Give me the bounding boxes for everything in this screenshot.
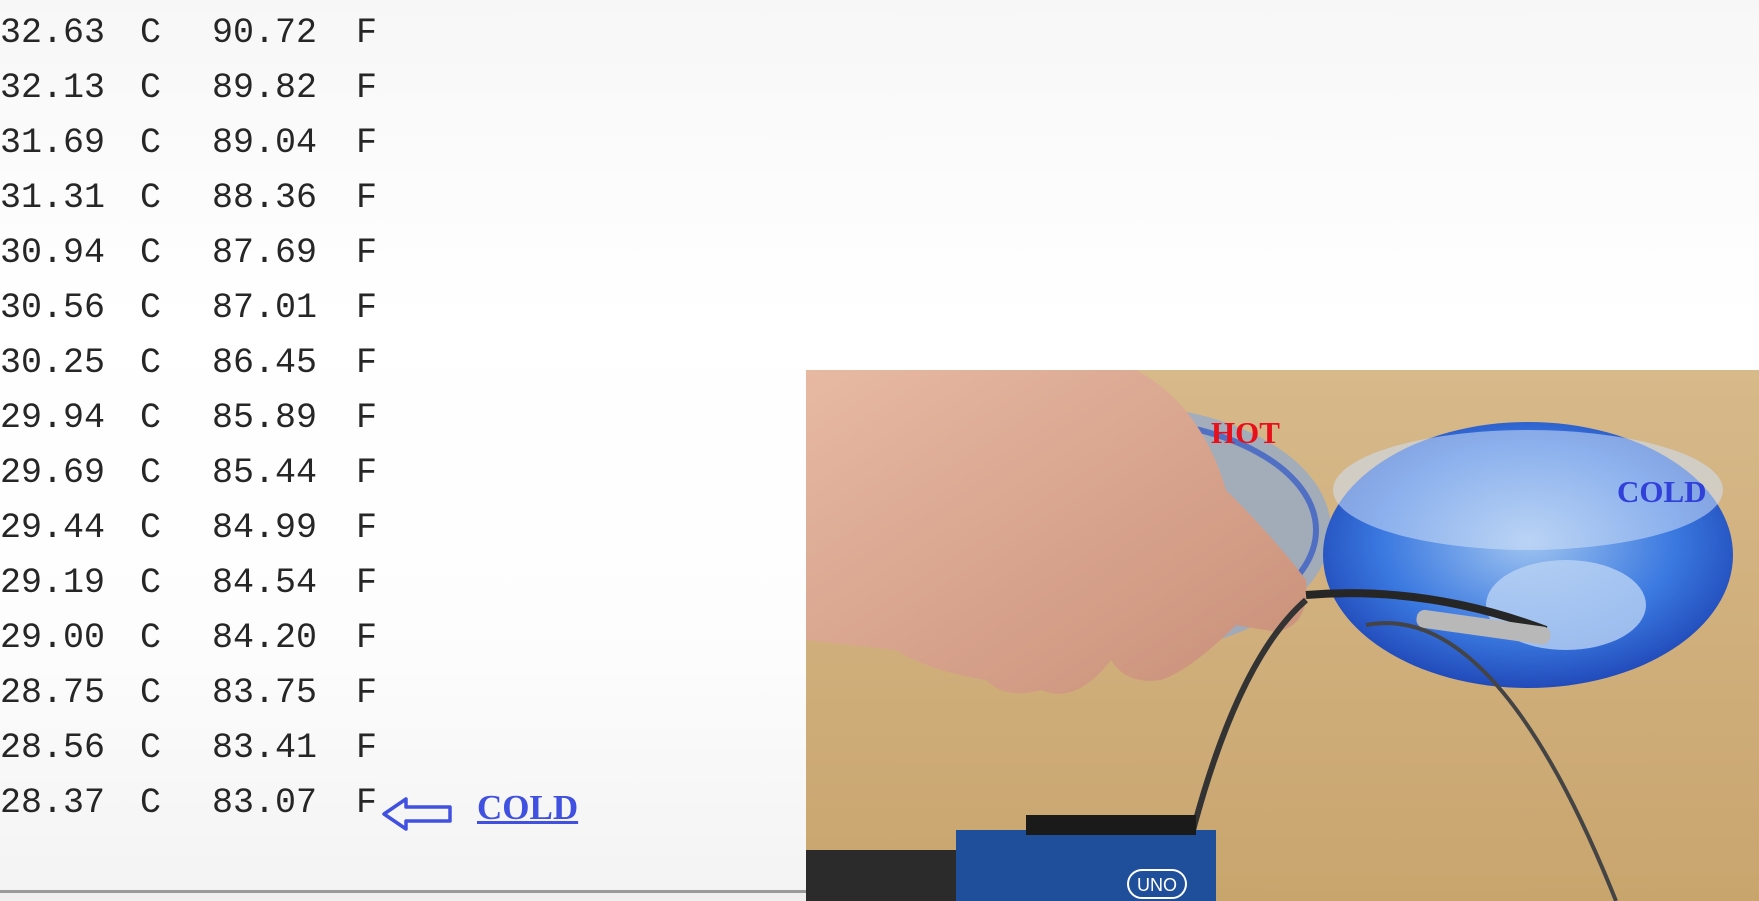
fahrenheit-value: 84.99	[212, 508, 318, 548]
hot-label: HOT	[1211, 415, 1280, 450]
celsius-value: 32.13	[0, 68, 106, 108]
fahrenheit-value: 89.82	[212, 68, 318, 108]
fahrenheit-value: 83.75	[212, 673, 318, 713]
celsius-unit: C	[140, 563, 162, 603]
celsius-unit: C	[140, 123, 162, 163]
celsius-unit: C	[140, 618, 162, 658]
serial-monitor-output: 32.63 C 90.72 F 32.13 C 89.82 F 31.69 C 89.04 F 31.3…	[0, 0, 806, 892]
celsius-unit: C	[140, 343, 162, 383]
celsius-value: 30.94	[0, 233, 106, 273]
fahrenheit-value: 89.04	[212, 123, 318, 163]
fahrenheit-unit: F	[356, 288, 378, 328]
fahrenheit-value: 84.54	[212, 563, 318, 603]
fahrenheit-unit: F	[356, 398, 378, 438]
celsius-value: 30.25	[0, 343, 106, 383]
fahrenheit-value: 90.72	[212, 13, 318, 53]
fahrenheit-unit: F	[356, 343, 378, 383]
header-pins	[1026, 815, 1196, 835]
fahrenheit-unit: F	[356, 508, 378, 548]
fahrenheit-unit: F	[356, 618, 378, 658]
celsius-unit: C	[140, 398, 162, 438]
celsius-value: 28.56	[0, 728, 106, 768]
fahrenheit-value: 83.41	[212, 728, 318, 768]
fahrenheit-unit: F	[356, 68, 378, 108]
celsius-unit: C	[140, 453, 162, 493]
fahrenheit-unit: F	[356, 233, 378, 273]
serial-line: 29.00 C 84.20 F	[0, 611, 720, 666]
arduino-board	[956, 830, 1216, 901]
celsius-unit: C	[140, 728, 162, 768]
fahrenheit-value: 83.07	[212, 783, 318, 823]
serial-line: 30.56 C 87.01 F	[0, 281, 720, 336]
serial-line: 32.63 C 90.72 F	[0, 6, 720, 61]
board-label: UNO	[1137, 875, 1177, 895]
celsius-unit: C	[140, 673, 162, 713]
fahrenheit-unit: F	[356, 673, 378, 713]
celsius-value: 31.69	[0, 123, 106, 163]
celsius-unit: C	[140, 783, 162, 823]
serial-line: 29.19 C 84.54 F	[0, 556, 720, 611]
fahrenheit-value: 87.01	[212, 288, 318, 328]
serial-line: 29.44 C 84.99 F	[0, 501, 720, 556]
celsius-value: 30.56	[0, 288, 106, 328]
cold-label: COLD	[1617, 474, 1707, 509]
fahrenheit-unit: F	[356, 123, 378, 163]
celsius-value: 29.44	[0, 508, 106, 548]
serial-line: 30.94 C 87.69 F	[0, 226, 720, 281]
monitor-bottom-strip	[0, 893, 806, 901]
fahrenheit-unit: F	[356, 563, 378, 603]
fahrenheit-unit: F	[356, 13, 378, 53]
arrow-left-outline-icon	[382, 797, 452, 831]
cold-annotation-label: COLD	[477, 788, 579, 827]
serial-line: 28.56 C 83.41 F	[0, 721, 720, 776]
fahrenheit-value: 85.44	[212, 453, 318, 493]
celsius-value: 31.31	[0, 178, 106, 218]
celsius-value: 29.69	[0, 453, 106, 493]
fahrenheit-value: 86.45	[212, 343, 318, 383]
fahrenheit-unit: F	[356, 178, 378, 218]
fahrenheit-value: 87.69	[212, 233, 318, 273]
celsius-unit: C	[140, 178, 162, 218]
serial-line: 32.13 C 89.82 F	[0, 61, 720, 116]
celsius-unit: C	[140, 508, 162, 548]
celsius-unit: C	[140, 68, 162, 108]
serial-line: 29.94 C 85.89 F	[0, 391, 720, 446]
serial-line: 28.37 C 83.07 F	[0, 776, 720, 831]
fahrenheit-value: 88.36	[212, 178, 318, 218]
celsius-unit: C	[140, 13, 162, 53]
celsius-value: 28.75	[0, 673, 106, 713]
serial-line: 28.75 C 83.75 F	[0, 666, 720, 721]
serial-line: 31.69 C 89.04 F	[0, 116, 720, 171]
photo-scene: UNO	[806, 370, 1759, 901]
celsius-unit: C	[140, 233, 162, 273]
serial-line: 30.25 C 86.45 F	[0, 336, 720, 391]
celsius-value: 29.94	[0, 398, 106, 438]
celsius-unit: C	[140, 288, 162, 328]
celsius-value: 32.63	[0, 13, 106, 53]
fahrenheit-value: 84.20	[212, 618, 318, 658]
fahrenheit-unit: F	[356, 783, 378, 823]
usb-connector	[806, 850, 956, 901]
fahrenheit-unit: F	[356, 453, 378, 493]
serial-line: 29.69 C 85.44 F	[0, 446, 720, 501]
sensor-demo-photo: UNO HOT COLD	[806, 370, 1759, 901]
celsius-value: 29.19	[0, 563, 106, 603]
celsius-value: 28.37	[0, 783, 106, 823]
celsius-value: 29.00	[0, 618, 106, 658]
fahrenheit-value: 85.89	[212, 398, 318, 438]
fahrenheit-unit: F	[356, 728, 378, 768]
serial-line: 31.31 C 88.36 F	[0, 171, 720, 226]
